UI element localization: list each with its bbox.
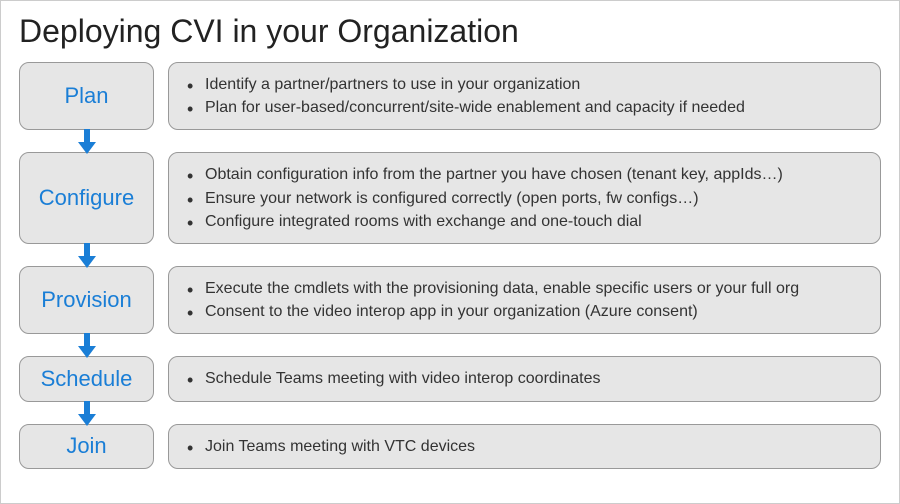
page-title: Deploying CVI in your Organization bbox=[19, 13, 881, 50]
step-provision: Provision Execute the cmdlets with the p… bbox=[19, 266, 881, 334]
step-item: Ensure your network is configured correc… bbox=[205, 187, 783, 210]
step-desc-schedule: Schedule Teams meeting with video intero… bbox=[168, 356, 881, 401]
step-item: Consent to the video interop app in your… bbox=[205, 300, 799, 323]
step-item: Configure integrated rooms with exchange… bbox=[205, 210, 783, 233]
steps-diagram: Plan Identify a partner/partners to use … bbox=[19, 62, 881, 469]
step-label-schedule: Schedule bbox=[19, 356, 154, 401]
step-label-plan: Plan bbox=[19, 62, 154, 130]
arrow-row bbox=[19, 244, 881, 266]
step-item: Join Teams meeting with VTC devices bbox=[205, 435, 475, 458]
step-item: Schedule Teams meeting with video intero… bbox=[205, 367, 601, 390]
step-item: Obtain configuration info from the partn… bbox=[205, 163, 783, 186]
step-join: Join Join Teams meeting with VTC devices bbox=[19, 424, 881, 469]
arrow-row bbox=[19, 130, 881, 152]
step-desc-plan: Identify a partner/partners to use in yo… bbox=[168, 62, 881, 130]
step-item: Plan for user-based/concurrent/site-wide… bbox=[205, 96, 745, 119]
step-label-provision: Provision bbox=[19, 266, 154, 334]
step-schedule: Schedule Schedule Teams meeting with vid… bbox=[19, 356, 881, 401]
arrow-row bbox=[19, 402, 881, 424]
step-desc-join: Join Teams meeting with VTC devices bbox=[168, 424, 881, 469]
step-label-join: Join bbox=[19, 424, 154, 469]
step-label-configure: Configure bbox=[19, 152, 154, 244]
step-item: Execute the cmdlets with the provisionin… bbox=[205, 277, 799, 300]
step-configure: Configure Obtain configuration info from… bbox=[19, 152, 881, 244]
step-desc-configure: Obtain configuration info from the partn… bbox=[168, 152, 881, 244]
step-plan: Plan Identify a partner/partners to use … bbox=[19, 62, 881, 130]
step-desc-provision: Execute the cmdlets with the provisionin… bbox=[168, 266, 881, 334]
arrow-row bbox=[19, 334, 881, 356]
step-item: Identify a partner/partners to use in yo… bbox=[205, 73, 745, 96]
